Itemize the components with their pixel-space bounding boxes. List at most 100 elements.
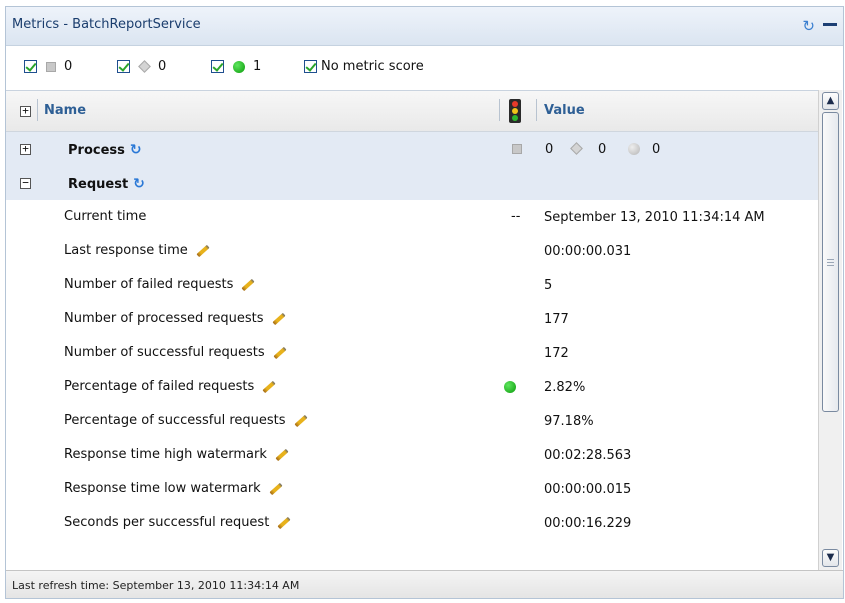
metric-value: 177	[544, 312, 569, 327]
pencil-icon[interactable]	[269, 482, 283, 495]
column-divider	[536, 99, 537, 121]
table-row[interactable]: Percentage of successful requests 97.18%	[6, 404, 818, 438]
table-header: + Name Value	[6, 91, 818, 132]
metric-name: Response time low watermark	[64, 481, 261, 496]
status-none: --	[511, 209, 521, 224]
table-row[interactable]: Percentage of failed requests 2.82%	[6, 370, 818, 404]
column-header-name[interactable]: Name	[44, 103, 86, 118]
filter-gray-diamond-checkbox[interactable]	[117, 60, 130, 73]
process-gray-circle-count: 0	[652, 142, 661, 157]
filter-green-circle-count: 1	[253, 59, 262, 74]
filter-gray-diamond[interactable]: 0	[117, 59, 166, 74]
metric-value: 00:00:00.031	[544, 244, 632, 259]
metric-name: Seconds per successful request	[64, 515, 270, 530]
expand-all-icon[interactable]: +	[20, 105, 31, 117]
last-refresh-time: Last refresh time: September 13, 2010 11…	[12, 579, 300, 592]
metric-name: Number of processed requests	[64, 311, 264, 326]
refresh-icon[interactable]: ↻	[130, 142, 142, 158]
gray-square-icon	[46, 61, 56, 72]
traffic-light-icon	[509, 99, 521, 123]
metrics-panel: Metrics - BatchReportService ↻ 0 0 1 No …	[5, 6, 844, 599]
table-row[interactable]: Current time -- September 13, 2010 11:34…	[6, 200, 818, 234]
expand-icon[interactable]: +	[20, 143, 31, 155]
minimize-icon[interactable]	[823, 23, 837, 26]
column-divider	[499, 99, 500, 121]
column-header-value[interactable]: Value	[544, 103, 585, 118]
filter-green-circle[interactable]: 1	[211, 59, 261, 74]
panel-title: Metrics - BatchReportService	[12, 17, 201, 32]
pencil-icon[interactable]	[272, 312, 286, 325]
metric-name-cell: Response time low watermark	[64, 481, 283, 496]
gray-diamond-icon	[570, 142, 583, 155]
filter-no-metric-score-label: No metric score	[321, 59, 424, 74]
group-row-request[interactable]: − Request ↻	[6, 166, 818, 200]
pencil-icon[interactable]	[275, 448, 289, 461]
table-row[interactable]: Response time high watermark 00:02:28.56…	[6, 438, 818, 472]
refresh-icon[interactable]: ↻	[802, 17, 815, 35]
filter-gray-square-count: 0	[64, 59, 73, 74]
group-label: Request ↻	[68, 176, 145, 192]
metric-name: Percentage of failed requests	[64, 379, 255, 394]
metric-value: 00:02:28.563	[544, 448, 632, 463]
filter-green-circle-checkbox[interactable]	[211, 60, 224, 73]
process-gray-square-count: 0	[545, 142, 554, 157]
status-bar: Last refresh time: September 13, 2010 11…	[6, 570, 843, 598]
grip-line	[827, 259, 834, 260]
table-row[interactable]: Last response time 00:00:00.031	[6, 234, 818, 268]
metric-value: September 13, 2010 11:34:14 AM	[544, 210, 765, 225]
grip-line	[827, 262, 834, 263]
filter-no-metric-score[interactable]: No metric score	[304, 59, 424, 74]
metric-name: Last response time	[64, 243, 188, 258]
green-status-icon	[504, 381, 516, 393]
metrics-table: + Name Value + Process ↻ 0 0 0 − Request ↻…	[6, 90, 818, 571]
vertical-scrollbar[interactable]: ▲ ▼	[818, 90, 842, 570]
pencil-icon[interactable]	[273, 346, 287, 359]
pencil-icon[interactable]	[241, 278, 255, 291]
group-row-process[interactable]: + Process ↻ 0 0 0	[6, 132, 818, 166]
green-circle-icon	[233, 60, 245, 73]
metric-value: 2.82%	[544, 380, 586, 395]
metric-name-cell: Seconds per successful request	[64, 515, 291, 530]
grip-line	[827, 265, 834, 266]
metric-name-cell: Last response time	[64, 243, 210, 258]
collapse-icon[interactable]: −	[20, 177, 31, 189]
score-filter-bar: 0 0 1 No metric score	[6, 46, 843, 90]
table-row[interactable]: Number of successful requests 172	[6, 336, 818, 370]
metric-value: 00:00:00.015	[544, 482, 632, 497]
metric-value: 97.18%	[544, 414, 594, 429]
metric-name-cell: Percentage of successful requests	[64, 413, 308, 428]
metric-name: Number of failed requests	[64, 277, 234, 292]
scroll-up-arrow-icon[interactable]: ▲	[822, 92, 839, 110]
pencil-icon[interactable]	[262, 380, 276, 393]
refresh-icon[interactable]: ↻	[133, 176, 145, 192]
filter-gray-square[interactable]: 0	[24, 59, 72, 74]
scroll-down-arrow-icon[interactable]: ▼	[822, 549, 839, 567]
table-row[interactable]: Number of failed requests 5	[6, 268, 818, 302]
gray-diamond-icon	[138, 60, 151, 73]
pencil-icon[interactable]	[277, 516, 291, 529]
filter-no-metric-score-checkbox[interactable]	[304, 60, 317, 73]
column-divider	[37, 99, 38, 121]
metric-name: Percentage of successful requests	[64, 413, 286, 428]
metric-name-cell: Percentage of failed requests	[64, 379, 276, 394]
process-gray-diamond-count: 0	[598, 142, 607, 157]
metric-name-cell: Number of processed requests	[64, 311, 286, 326]
metric-name-cell: Number of failed requests	[64, 277, 255, 292]
table-row[interactable]: Response time low watermark 00:00:00.015	[6, 472, 818, 506]
metric-value: 5	[544, 278, 553, 293]
metric-name: Response time high watermark	[64, 447, 267, 462]
table-row[interactable]: Number of processed requests 177	[6, 302, 818, 336]
gray-circle-icon	[628, 143, 640, 155]
pencil-icon[interactable]	[196, 244, 210, 257]
gray-square-icon	[512, 144, 522, 154]
metric-name: Current time	[64, 209, 147, 224]
scrollbar-thumb[interactable]	[822, 112, 839, 412]
pencil-icon[interactable]	[293, 414, 308, 427]
panel-titlebar: Metrics - BatchReportService ↻	[6, 7, 843, 46]
metric-value: 00:00:16.229	[544, 516, 632, 531]
metric-name: Number of successful requests	[64, 345, 265, 360]
metric-name-cell: Response time high watermark	[64, 447, 289, 462]
filter-gray-square-checkbox[interactable]	[24, 60, 37, 73]
table-row[interactable]: Seconds per successful request 00:00:16.…	[6, 506, 818, 540]
metric-name-cell: Number of successful requests	[64, 345, 287, 360]
